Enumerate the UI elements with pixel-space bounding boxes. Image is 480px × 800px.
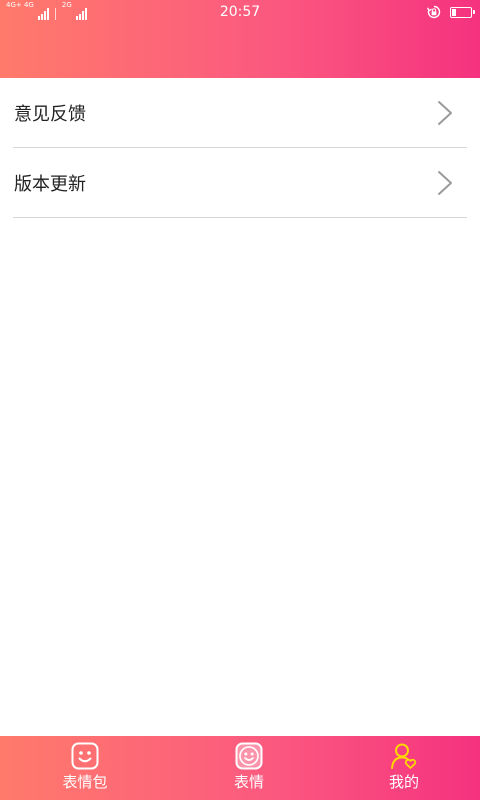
- status-bar: 4G+ 4G 2G 20:57: [0, 0, 480, 24]
- smiley-face-icon: [235, 742, 263, 770]
- chevron-right-icon: [438, 100, 452, 125]
- menu-item-feedback[interactable]: 意见反馈: [13, 78, 467, 148]
- menu-item-label: 版本更新: [14, 173, 86, 195]
- menu-item-version-update[interactable]: 版本更新: [13, 148, 467, 218]
- tab-label: 表情: [233, 773, 264, 791]
- tab-label: 表情包: [62, 773, 108, 791]
- status-time: 20:57: [219, 4, 261, 20]
- header-bar: 4G+ 4G 2G 20:57: [0, 0, 480, 78]
- tab-sticker-packs[interactable]: 表情包: [0, 736, 170, 800]
- status-right-icons: [426, 3, 475, 21]
- user-heart-icon: [391, 743, 417, 769]
- smiley-face-icon: [71, 742, 99, 770]
- menu-item-label: 意见反馈: [14, 103, 86, 125]
- bottom-tab-bar: 表情包 表情 我的: [0, 736, 480, 800]
- settings-menu: 意见反馈 版本更新: [0, 78, 480, 218]
- battery-icon: [450, 6, 475, 18]
- chevron-right-icon: [438, 170, 452, 195]
- tab-emoticons[interactable]: 表情: [170, 736, 328, 800]
- battery-level-fill: [452, 8, 456, 16]
- tab-me[interactable]: 我的: [328, 736, 480, 800]
- rotation-lock-icon: [426, 5, 441, 19]
- tab-label: 我的: [388, 773, 419, 791]
